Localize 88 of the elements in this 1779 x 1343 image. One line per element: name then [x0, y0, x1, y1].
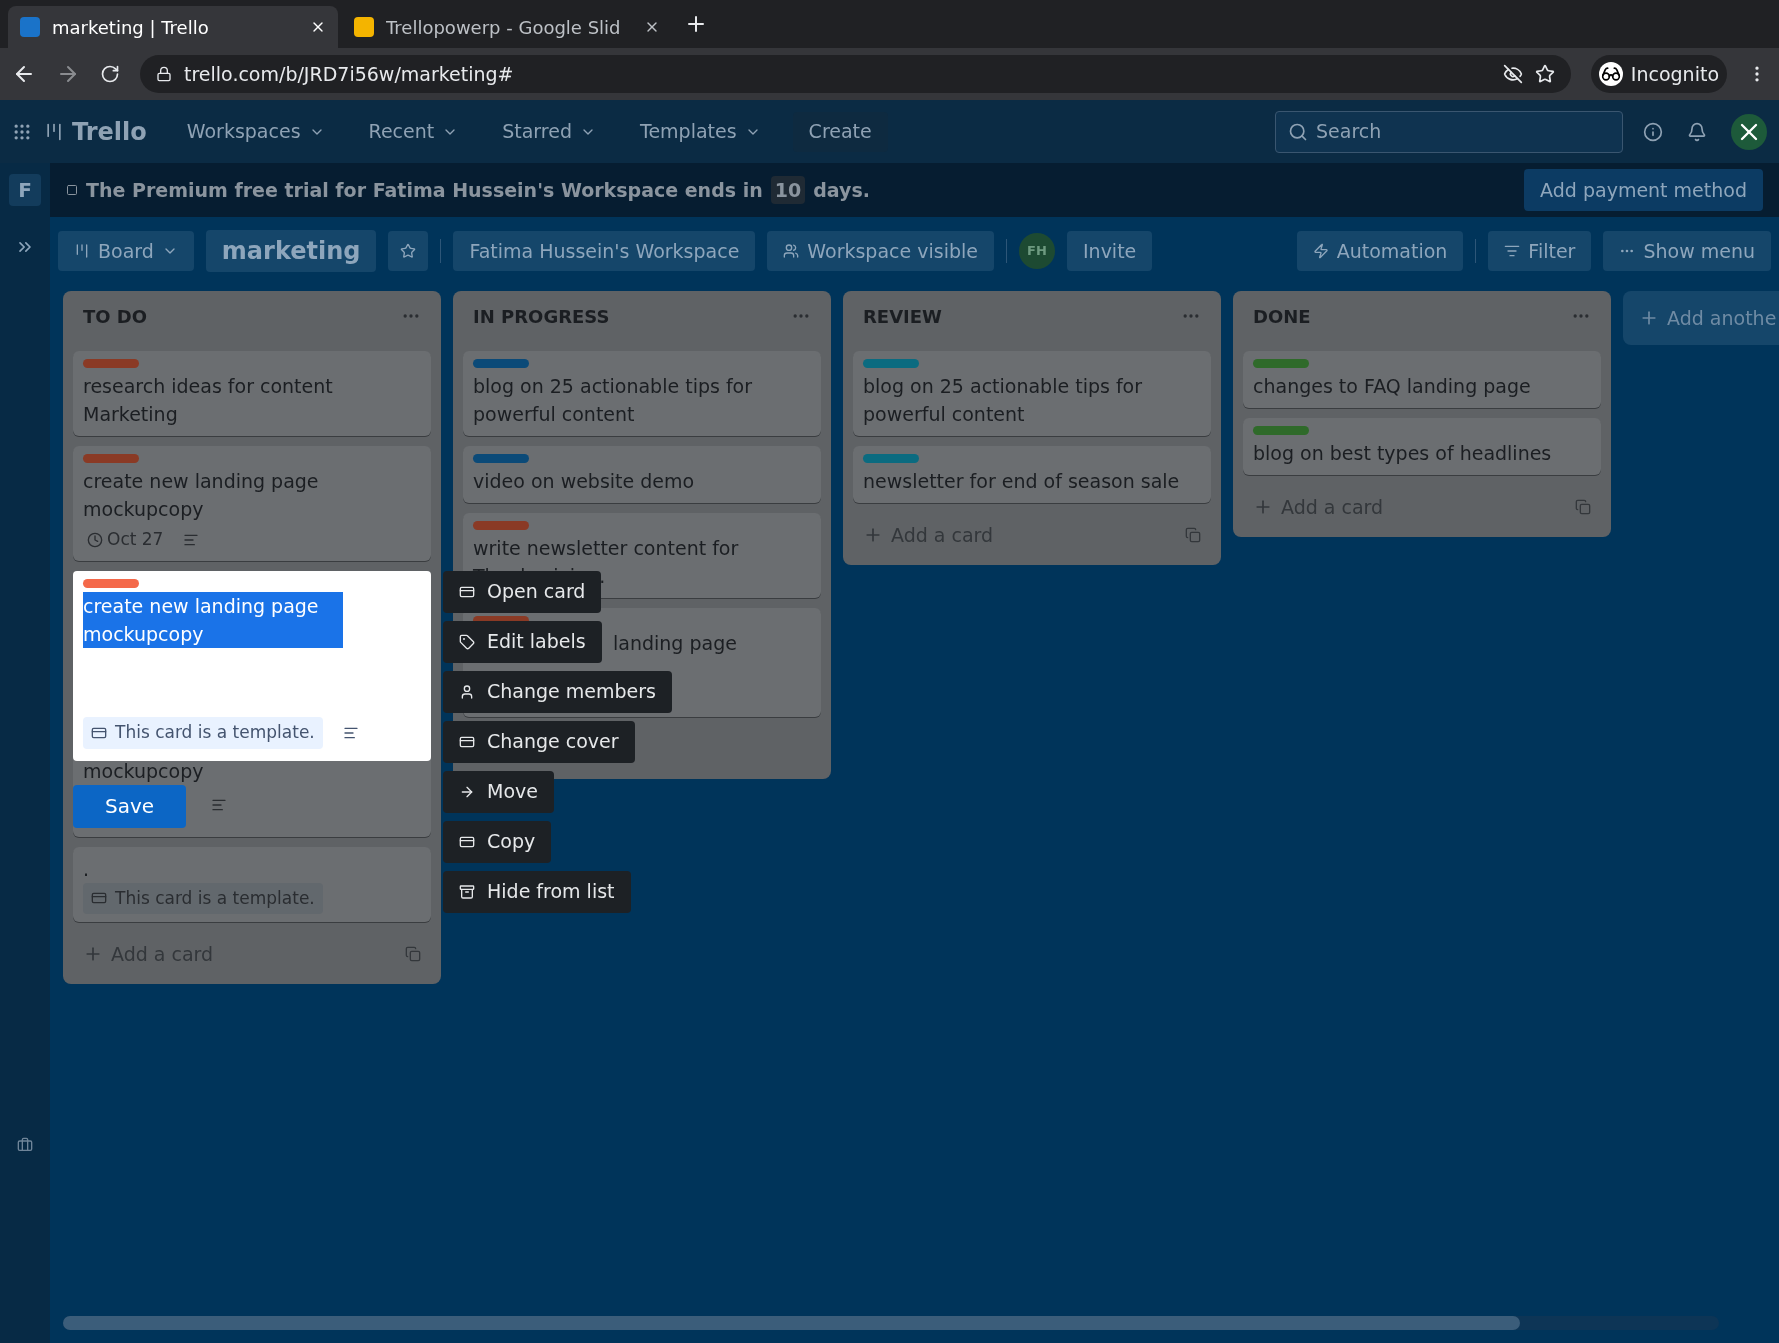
- card-title: landing page: [613, 631, 737, 656]
- star-button[interactable]: [388, 231, 429, 271]
- tab-title: Trellopowerp - Google Slid: [386, 15, 622, 40]
- tab-title: marketing | Trello: [52, 15, 210, 40]
- board-icon: [74, 243, 90, 259]
- lightning-icon: [1312, 243, 1329, 259]
- browser-tab[interactable]: Trellopowerp - Google Slid: [342, 6, 672, 48]
- card-title: .: [83, 856, 91, 882]
- quick-action-button[interactable]: Hide from list: [443, 870, 631, 913]
- info-icon[interactable]: [1643, 121, 1663, 142]
- due-date: Oct 27: [83, 527, 168, 553]
- card-title: video on website demo: [473, 469, 696, 494]
- card-title: changes to FAQ landing page: [1253, 374, 1532, 399]
- star-icon: [400, 243, 417, 259]
- card[interactable]: create new landing page mockupcopy Oct 27: [73, 446, 431, 561]
- briefcase-icon[interactable]: [17, 1137, 33, 1153]
- url-text: trello.com/b/JRD7i56w/marketing#: [184, 61, 515, 87]
- automation-button[interactable]: Automation: [1296, 231, 1464, 271]
- invite-button[interactable]: Invite: [1067, 231, 1153, 271]
- incognito-icon: [1598, 62, 1623, 86]
- list-title: IN PROGRESS: [473, 304, 610, 329]
- reload-icon[interactable]: [100, 64, 120, 84]
- search-field[interactable]: Search: [1275, 110, 1623, 153]
- nav-menu-button[interactable]: Templates: [628, 111, 773, 152]
- card[interactable]: blog on 25 actionable tips for powerful content: [463, 351, 821, 436]
- missing-glyph-icon: [66, 182, 78, 198]
- card-editor[interactable]: create new landing page mockupcopy This card is a template.: [73, 570, 431, 761]
- card-title: blog on 25 actionable tips for powerful content: [863, 374, 1144, 427]
- incognito-badge[interactable]: Incognito: [1590, 55, 1727, 93]
- card[interactable]: blog on best types of headlines: [1243, 418, 1601, 475]
- template-badge: This card is a template.: [83, 717, 323, 749]
- nav-menu-button[interactable]: Recent: [356, 111, 471, 152]
- archive-icon: [459, 883, 475, 900]
- card-title: blog on best types of headlines: [1253, 441, 1553, 466]
- card[interactable]: research ideas for content Marketing: [73, 351, 431, 436]
- quick-action-button[interactable]: Edit labels: [443, 620, 602, 663]
- nav-menu-button[interactable]: Workspaces: [174, 111, 337, 152]
- card[interactable]: video on website demo: [463, 446, 821, 503]
- quick-action-button[interactable]: Move: [443, 770, 554, 813]
- filter-button[interactable]: Filter: [1488, 231, 1592, 271]
- trello-logo-icon: [44, 121, 64, 142]
- add-payment-button[interactable]: Add payment method: [1524, 169, 1763, 211]
- add-list-button[interactable]: Add anothe: [1623, 291, 1779, 345]
- workspace-avatar[interactable]: F: [9, 174, 41, 206]
- clock-icon: [87, 531, 103, 548]
- trial-banner-text: days.: [813, 177, 870, 203]
- list-title: REVIEW: [863, 304, 942, 329]
- card[interactable]: changes to FAQ landing page: [1243, 351, 1601, 408]
- card-title-input[interactable]: create new landing page mockupcopy: [83, 591, 343, 648]
- slides-favicon-icon: [354, 17, 374, 37]
- card[interactable]: . This card is a template.: [73, 846, 431, 922]
- member-avatar[interactable]: FH: [1019, 233, 1055, 269]
- quick-action-button[interactable]: Copy: [443, 820, 552, 863]
- address-bar[interactable]: trello.com/b/JRD7i56w/marketing#: [140, 55, 1571, 93]
- card-title: create new landing page mockupcopy: [83, 469, 320, 522]
- board-view-button[interactable]: Board: [58, 231, 194, 271]
- search-icon: [1288, 121, 1308, 142]
- days-count: 10: [770, 175, 806, 205]
- create-button[interactable]: Create: [792, 111, 888, 152]
- show-menu-button[interactable]: Show menu: [1603, 231, 1771, 271]
- nav-menu-button[interactable]: Starred: [490, 111, 608, 152]
- card-title: mockupcopy: [83, 758, 205, 784]
- workspace-button[interactable]: Fatima Hussein's Workspace: [453, 231, 756, 271]
- board-title[interactable]: marketing: [205, 230, 377, 272]
- list-title: TO DO: [83, 304, 148, 329]
- visibility-button[interactable]: Workspace visible: [767, 231, 994, 271]
- person-icon: [459, 683, 475, 700]
- notification-icon[interactable]: [1687, 121, 1707, 142]
- trello-favicon-icon: [20, 17, 40, 37]
- quick-action-button[interactable]: Change cover: [443, 720, 635, 763]
- card[interactable]: blog on 25 actionable tips for powerful content: [853, 351, 1211, 436]
- people-icon: [783, 243, 800, 259]
- trello-logo[interactable]: Trello: [44, 113, 147, 150]
- card-title: newsletter for end of season sale: [863, 469, 1181, 494]
- star-icon[interactable]: [1534, 64, 1555, 84]
- filter-icon: [1504, 243, 1521, 259]
- list-title: DONE: [1253, 304, 1311, 329]
- lock-icon: [156, 66, 172, 82]
- save-button[interactable]: Save: [73, 784, 186, 828]
- template-badge: This card is a template.: [83, 882, 323, 914]
- card-title: research ideas for content Marketing: [83, 374, 334, 427]
- trial-banner-text: The Premium free trial for Fatima Hussein's Workspace ends in: [86, 177, 763, 203]
- quick-action-button[interactable]: Change members: [443, 670, 672, 713]
- browser-tab[interactable]: marketing | Trello: [8, 6, 338, 48]
- tag-icon: [459, 633, 475, 650]
- eye-off-icon[interactable]: [1502, 64, 1523, 84]
- card[interactable]: newsletter for end of season sale: [853, 446, 1211, 503]
- card-title: blog on 25 actionable tips for powerful content: [473, 374, 754, 427]
